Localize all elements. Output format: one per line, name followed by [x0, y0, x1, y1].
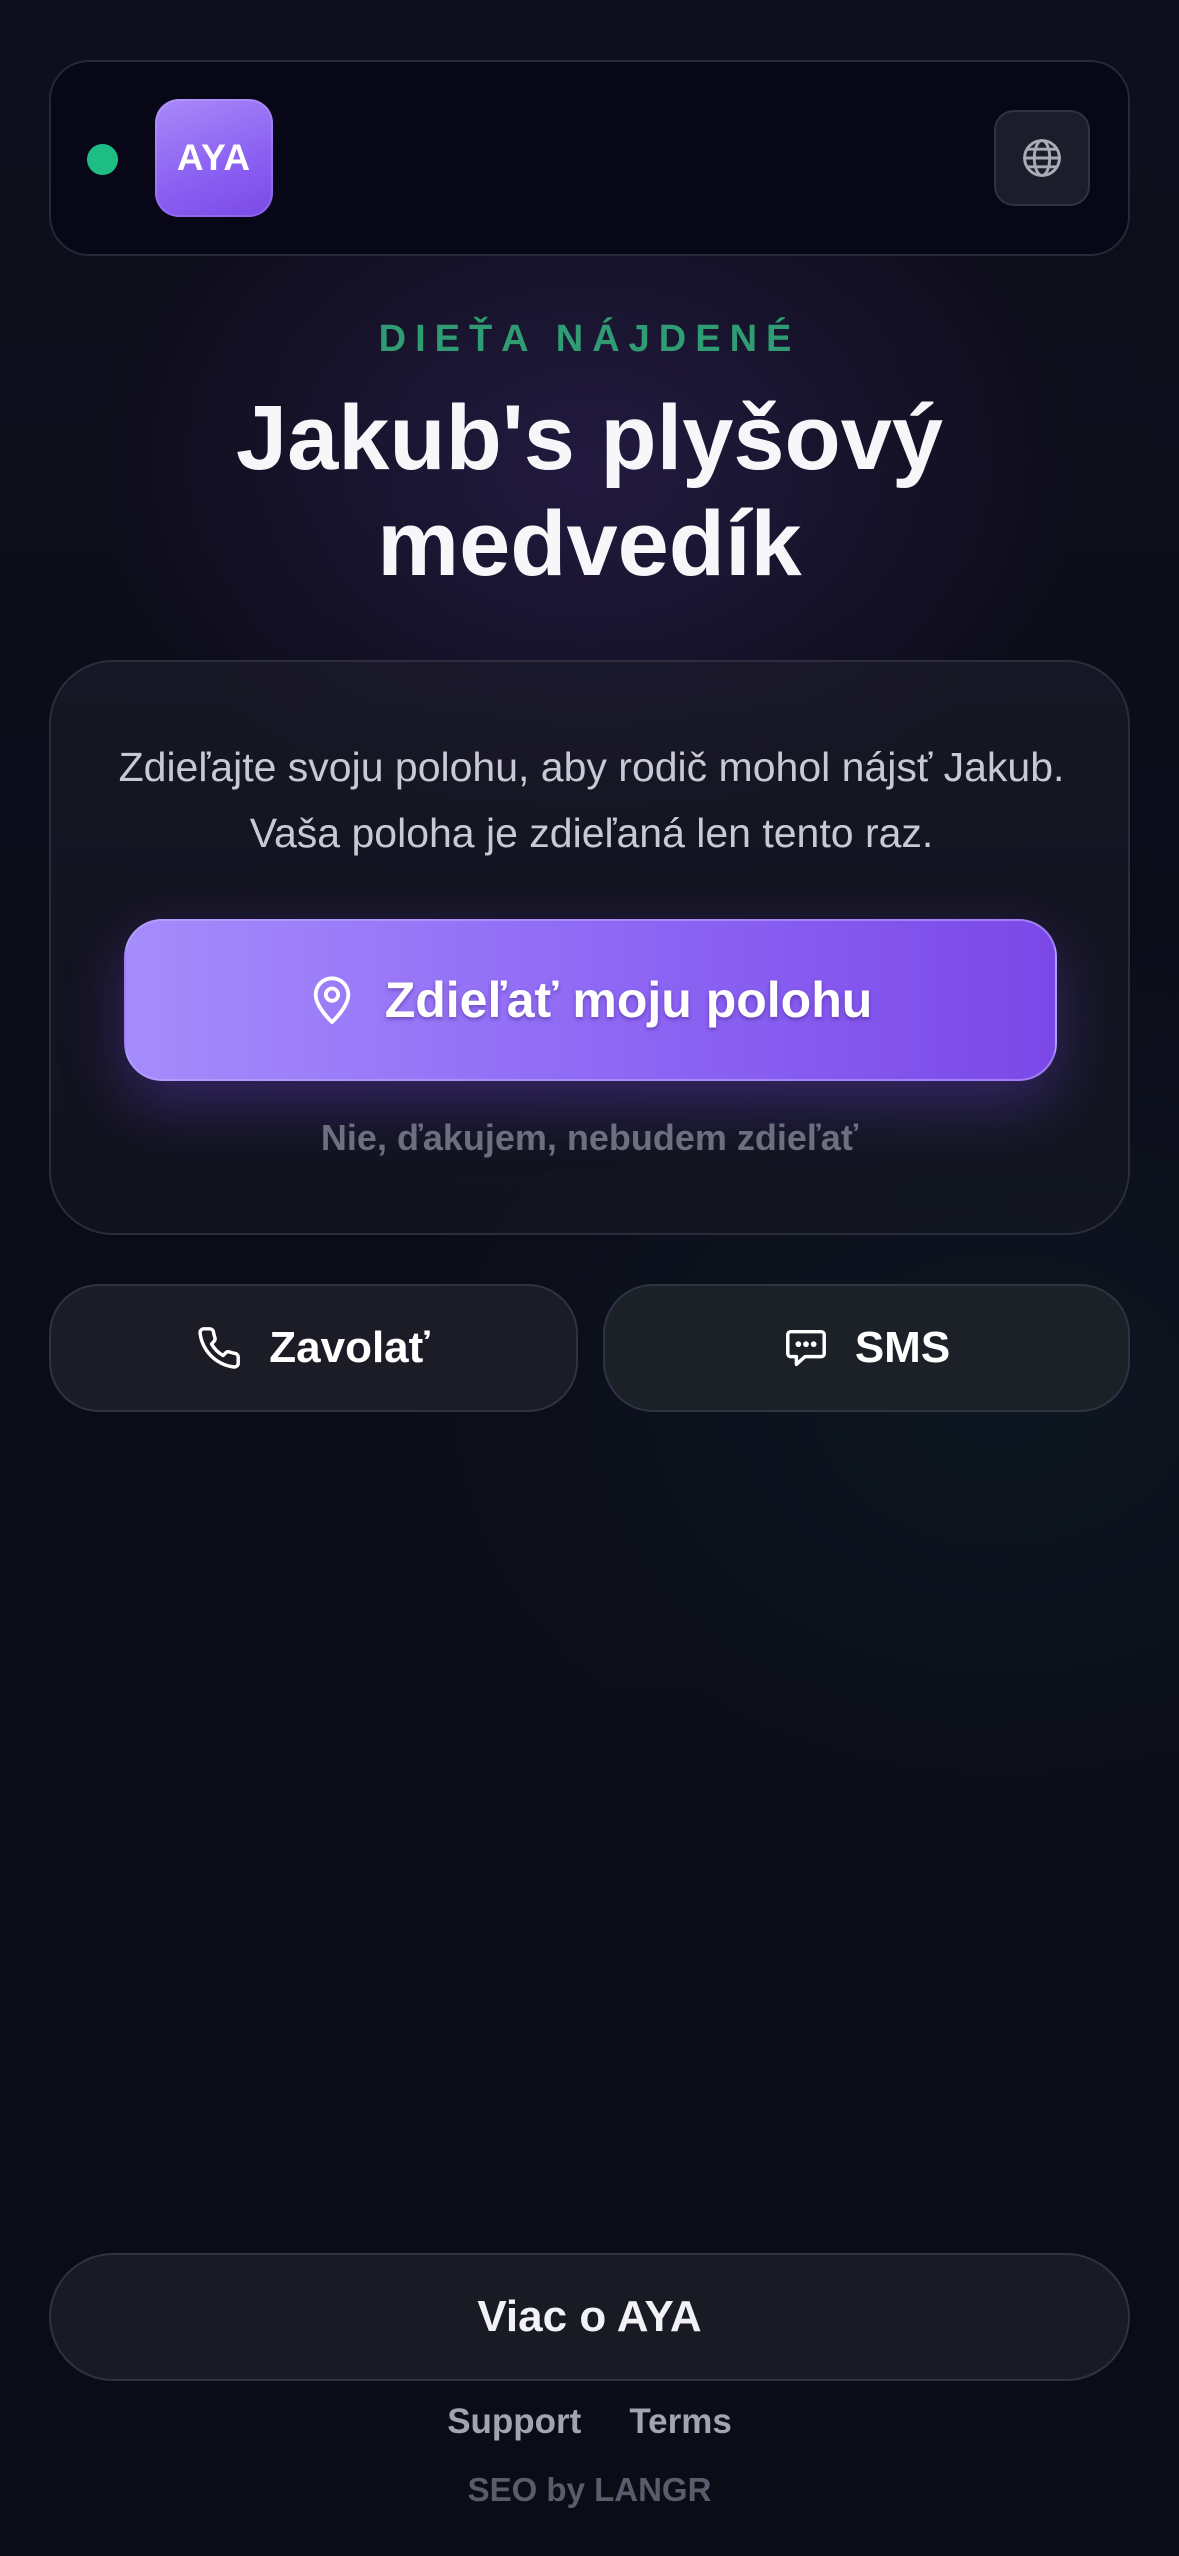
share-location-button[interactable]: Zdieľať moju polohu — [124, 919, 1057, 1081]
language-button[interactable] — [994, 110, 1090, 206]
location-pin-icon — [313, 976, 350, 1024]
aya-logo: AYA — [155, 99, 273, 217]
page-title: Jakub's plyšový medvedík — [235, 387, 944, 595]
status-indicator-dot — [87, 144, 118, 175]
sms-button[interactable]: SMS — [603, 1284, 1130, 1412]
chat-bubble-icon — [785, 1329, 826, 1367]
call-button-label: Zavolať — [269, 1323, 430, 1372]
globe-icon — [1023, 139, 1061, 177]
decline-share-link[interactable]: Nie, ďakujem, nebudem zdieľať — [51, 1117, 1128, 1159]
terms-link[interactable]: Terms — [629, 2402, 731, 2442]
more-about-aya-button[interactable]: Viac o AYA — [49, 2253, 1130, 2381]
logo-text: AYA — [176, 137, 252, 178]
found-status-label: DIEŤA NÁJDENÉ — [378, 318, 801, 360]
support-link[interactable]: Support — [447, 2402, 581, 2442]
phone-icon — [198, 1327, 241, 1369]
share-location-description: Zdieľajte svoju polohu, aby rodič mohol … — [118, 744, 1065, 856]
footer-links: Support Terms — [0, 2402, 1179, 2442]
more-about-aya-label: Viac o AYA — [477, 2292, 702, 2341]
sms-button-label: SMS — [854, 1323, 951, 1372]
share-location-card: Zdieľajte svoju polohu, aby rodič mohol … — [49, 660, 1130, 1235]
top-bar: AYA — [49, 60, 1130, 256]
footer-credit: SEO by LANGR — [467, 2471, 712, 2508]
share-location-button-label: Zdieľať moju polohu — [384, 972, 873, 1028]
call-button[interactable]: Zavolať — [49, 1284, 578, 1412]
